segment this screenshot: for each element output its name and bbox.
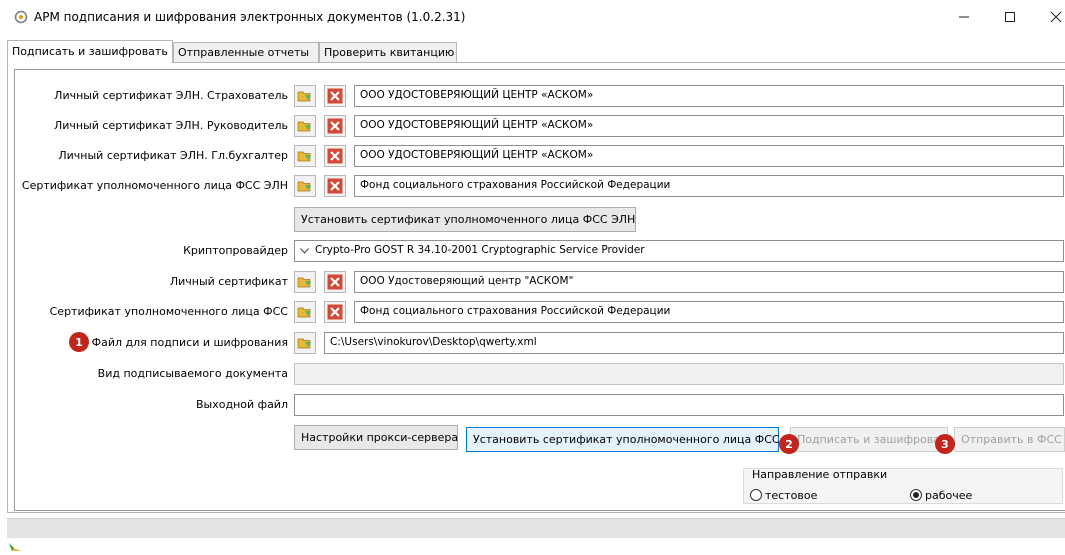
minimize-icon bbox=[959, 16, 969, 18]
file-label-wrap: Файл для подписи и шифрования bbox=[15, 332, 288, 354]
tab-bar: Подписать и зашифровать Отправленные отч… bbox=[0, 40, 1065, 63]
chevron-down-icon bbox=[300, 248, 309, 254]
cert-label-fss-eln: Сертификат уполномоченного лица ФСС ЭЛН bbox=[21, 179, 288, 192]
sign-encrypt-button[interactable]: Подписать и зашифровать bbox=[790, 427, 953, 452]
delete-x-icon bbox=[327, 178, 343, 194]
title-bar: АРМ подписания и шифрования электронных … bbox=[0, 0, 1065, 34]
delete-x-icon bbox=[327, 148, 343, 164]
window-title: АРМ подписания и шифрования электронных … bbox=[34, 10, 466, 24]
delete-personal-cert-button[interactable] bbox=[324, 271, 346, 293]
delete-x-icon bbox=[327, 118, 343, 134]
step-badge-1: 1 bbox=[69, 332, 89, 352]
tab-sent-reports[interactable]: Отправленные отчеты bbox=[173, 42, 319, 62]
delete-x-icon bbox=[327, 274, 343, 290]
tab-panel: Личный сертификат ЭЛН. Страхователь ООО … bbox=[7, 62, 1065, 513]
maximize-icon bbox=[1005, 12, 1015, 22]
fss-cert-field[interactable]: Фонд социального страхования Российской … bbox=[354, 301, 1064, 323]
open-folder-icon bbox=[297, 277, 311, 288]
open-folder-icon bbox=[297, 121, 311, 132]
doc-type-field bbox=[294, 363, 1064, 385]
close-button[interactable] bbox=[1033, 4, 1065, 30]
status-icon bbox=[9, 543, 21, 551]
crypto-provider-label: Криптопровайдер bbox=[183, 244, 288, 257]
cert-row-label-wrap: Личный сертификат ЭЛН. Гл.бухгалтер bbox=[15, 145, 288, 167]
radio-test-label: тестовое bbox=[765, 488, 818, 502]
install-fss-cert-button[interactable]: Установить сертификат уполномоченного ли… bbox=[466, 427, 780, 452]
open-personal-cert-button[interactable] bbox=[294, 271, 316, 293]
output-file-label-wrap: Выходной файл bbox=[15, 394, 288, 416]
file-path-field[interactable]: C:\Users\vinokurov\Desktop\qwerty.xml bbox=[324, 332, 1064, 354]
cert-label-director: Личный сертификат ЭЛН. Руководитель bbox=[53, 119, 288, 132]
cert-field-accountant[interactable]: ООО УДОСТОВЕРЯЮЩИЙ ЦЕНТР «АСКОМ» bbox=[354, 145, 1064, 167]
form-area: Личный сертификат ЭЛН. Страхователь ООО … bbox=[14, 69, 1065, 511]
personal-cert-label: Личный сертификат bbox=[169, 275, 288, 288]
proxy-settings-button[interactable]: Настройки прокси-сервера bbox=[294, 425, 458, 450]
cert-row-label-wrap: Личный сертификат ЭЛН. Страхователь bbox=[15, 85, 288, 107]
cert-row-label-wrap: Личный сертификат ЭЛН. Руководитель bbox=[15, 115, 288, 137]
tab-check-receipt[interactable]: Проверить квитанцию bbox=[319, 42, 457, 62]
open-folder-icon bbox=[297, 91, 311, 102]
fss-cert-label: Сертификат уполномоченного лица ФСС bbox=[49, 305, 288, 318]
cert-row-label-wrap: Сертификат уполномоченного лица ФСС ЭЛН bbox=[15, 175, 288, 197]
radio-test-circle bbox=[750, 489, 762, 501]
send-direction-title: Направление отправки bbox=[752, 468, 888, 481]
maximize-button[interactable] bbox=[987, 4, 1033, 30]
radio-production-circle bbox=[910, 489, 922, 501]
delete-cert-accountant-button[interactable] bbox=[324, 145, 346, 167]
minimize-button[interactable] bbox=[941, 4, 987, 30]
open-folder-icon bbox=[297, 307, 311, 318]
crypto-provider-value: Crypto-Pro GOST R 34.10-2001 Cryptograph… bbox=[315, 244, 645, 256]
delete-x-icon bbox=[327, 88, 343, 104]
output-file-field[interactable] bbox=[294, 394, 1064, 416]
open-folder-icon bbox=[297, 338, 311, 349]
open-cert-director-button[interactable] bbox=[294, 115, 316, 137]
crypto-label-wrap: Криптопровайдер bbox=[15, 240, 288, 262]
cert-field-insurer[interactable]: ООО УДОСТОВЕРЯЮЩИЙ ЦЕНТР «АСКОМ» bbox=[354, 85, 1064, 107]
cert-label-accountant: Личный сертификат ЭЛН. Гл.бухгалтер bbox=[58, 149, 288, 162]
open-cert-accountant-button[interactable] bbox=[294, 145, 316, 167]
delete-cert-insurer-button[interactable] bbox=[324, 85, 346, 107]
crypto-provider-select[interactable]: Crypto-Pro GOST R 34.10-2001 Cryptograph… bbox=[294, 240, 1064, 262]
open-fss-cert-button[interactable] bbox=[294, 301, 316, 323]
radio-production-label: рабочее bbox=[925, 488, 973, 502]
delete-x-icon bbox=[327, 304, 343, 320]
cert-field-fss-eln[interactable]: Фонд социального страхования Российской … bbox=[354, 175, 1064, 197]
step-badge-3: 3 bbox=[935, 434, 955, 454]
doc-type-label: Вид подписываемого документа bbox=[97, 367, 288, 380]
output-file-label: Выходной файл bbox=[196, 398, 288, 411]
delete-fss-cert-button[interactable] bbox=[324, 301, 346, 323]
tab-sign-encrypt[interactable]: Подписать и зашифровать bbox=[7, 40, 173, 63]
radio-production[interactable]: рабочее bbox=[910, 488, 972, 502]
file-label: Файл для подписи и шифрования bbox=[91, 336, 288, 349]
open-folder-icon bbox=[297, 151, 311, 162]
radio-test[interactable]: тестовое bbox=[750, 488, 817, 502]
fss-cert-label-wrap: Сертификат уполномоченного лица ФСС bbox=[15, 301, 288, 323]
delete-cert-fss-eln-button[interactable] bbox=[324, 175, 346, 197]
personal-cert-label-wrap: Личный сертификат bbox=[15, 271, 288, 293]
step-badge-2: 2 bbox=[779, 434, 799, 454]
close-icon bbox=[1050, 11, 1062, 23]
open-folder-icon bbox=[297, 181, 311, 192]
install-fss-eln-cert-button[interactable]: Установить сертификат уполномоченного ли… bbox=[294, 207, 636, 232]
app-icon bbox=[14, 10, 28, 24]
cert-field-director[interactable]: ООО УДОСТОВЕРЯЮЩИЙ ЦЕНТР «АСКОМ» bbox=[354, 115, 1064, 137]
doc-type-label-wrap: Вид подписываемого документа bbox=[15, 363, 288, 385]
send-to-fss-button[interactable]: Отправить в ФСС bbox=[954, 427, 1065, 452]
open-cert-fss-eln-button[interactable] bbox=[294, 175, 316, 197]
open-cert-insurer-button[interactable] bbox=[294, 85, 316, 107]
cert-label-insurer: Личный сертификат ЭЛН. Страхователь bbox=[54, 89, 288, 102]
open-file-button[interactable] bbox=[294, 332, 316, 354]
send-direction-group: Направление отправки тестовое рабочее bbox=[743, 468, 1063, 504]
delete-cert-director-button[interactable] bbox=[324, 115, 346, 137]
status-bar bbox=[7, 518, 1065, 538]
personal-cert-field[interactable]: ООО Удостоверяющий центр "АСКОМ" bbox=[354, 271, 1064, 293]
